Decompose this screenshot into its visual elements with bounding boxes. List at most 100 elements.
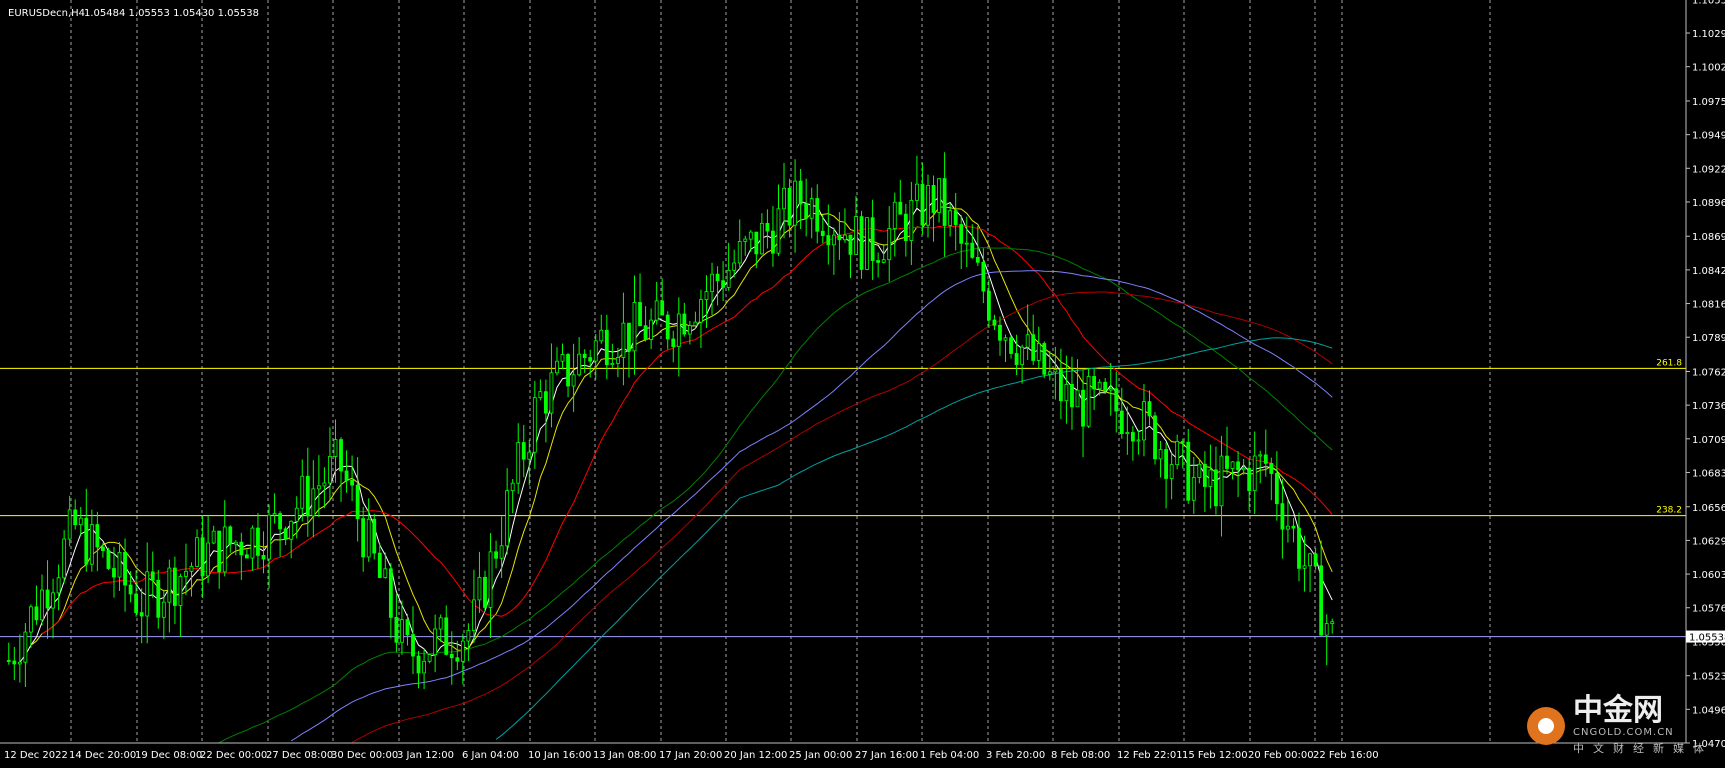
candle[interactable] (483, 570, 487, 612)
candle[interactable] (538, 379, 543, 401)
candle[interactable] (438, 614, 443, 642)
candle[interactable] (903, 203, 908, 257)
candle[interactable] (1280, 478, 1285, 559)
candle[interactable] (516, 423, 521, 494)
candle[interactable] (1075, 359, 1080, 408)
candle[interactable] (23, 623, 28, 688)
chart-canvas[interactable]: 261.8238.2 1.105551.102901.100251.097551… (0, 0, 1725, 764)
candle[interactable] (455, 640, 460, 671)
candle[interactable] (793, 159, 797, 253)
candle[interactable] (411, 606, 415, 675)
candle[interactable] (283, 526, 288, 546)
candle[interactable] (316, 455, 321, 518)
candle[interactable] (942, 152, 947, 257)
candle[interactable] (244, 549, 249, 559)
candle[interactable] (1003, 334, 1008, 363)
candle[interactable] (638, 273, 642, 327)
candle[interactable] (1197, 458, 1202, 484)
candle[interactable] (328, 427, 332, 501)
candle[interactable] (1119, 387, 1124, 439)
candle[interactable] (172, 556, 177, 625)
candle[interactable] (1142, 384, 1146, 457)
candle[interactable] (1208, 444, 1213, 509)
candle[interactable] (1308, 552, 1312, 593)
candle[interactable] (211, 525, 216, 545)
candle[interactable] (615, 347, 620, 378)
candle[interactable] (139, 588, 144, 644)
candle[interactable] (339, 437, 343, 502)
candle[interactable] (344, 450, 349, 493)
candle[interactable] (1269, 457, 1274, 501)
candle[interactable] (627, 322, 631, 378)
candle[interactable] (599, 314, 604, 344)
candle[interactable] (29, 604, 33, 648)
candle[interactable] (449, 631, 454, 685)
candle[interactable] (682, 302, 687, 337)
candle[interactable] (510, 479, 515, 514)
candle[interactable] (67, 495, 72, 547)
candle[interactable] (915, 155, 919, 208)
candle[interactable] (649, 308, 654, 350)
candle[interactable] (106, 547, 111, 571)
candle[interactable] (494, 540, 498, 569)
candle[interactable] (621, 292, 626, 386)
candle[interactable] (837, 212, 842, 260)
candle[interactable] (1324, 614, 1329, 666)
candle[interactable] (1286, 500, 1290, 543)
candle[interactable] (1164, 442, 1169, 509)
candle[interactable] (1202, 451, 1207, 512)
candle[interactable] (200, 515, 205, 599)
candle[interactable] (937, 178, 941, 223)
candle[interactable] (355, 457, 360, 542)
candle[interactable] (909, 181, 914, 266)
candle[interactable] (78, 507, 83, 536)
candle[interactable] (560, 343, 565, 370)
candle[interactable] (771, 206, 775, 267)
candle[interactable] (765, 209, 770, 249)
candle[interactable] (532, 380, 537, 469)
candle[interactable] (1136, 430, 1141, 455)
candle[interactable] (427, 653, 432, 664)
candle[interactable] (477, 551, 482, 613)
candle[interactable] (1058, 348, 1063, 419)
candle[interactable] (294, 496, 299, 539)
candle[interactable] (1225, 426, 1229, 475)
candle[interactable] (34, 585, 39, 625)
candle[interactable] (815, 184, 820, 244)
candle[interactable] (195, 529, 199, 568)
candle[interactable] (571, 343, 576, 412)
candle[interactable] (1274, 451, 1279, 521)
candle[interactable] (1291, 518, 1296, 543)
candle[interactable] (150, 551, 155, 598)
candle[interactable] (1214, 446, 1218, 515)
candle[interactable] (809, 187, 814, 239)
candle[interactable] (377, 543, 382, 579)
candle[interactable] (444, 605, 449, 656)
candle[interactable] (1086, 368, 1091, 428)
candle[interactable] (566, 352, 570, 398)
candle[interactable] (704, 275, 709, 328)
candle[interactable] (1020, 344, 1025, 384)
candle[interactable] (228, 525, 233, 553)
candle[interactable] (1153, 412, 1157, 465)
price-chart[interactable]: 261.8238.2 1.105551.102901.100251.097551… (0, 0, 1725, 764)
candle[interactable] (394, 593, 399, 652)
candle[interactable] (1036, 326, 1041, 369)
candle[interactable] (40, 574, 44, 626)
candle[interactable] (1297, 512, 1301, 582)
candle[interactable] (1236, 451, 1240, 498)
candle[interactable] (804, 178, 809, 237)
candle[interactable] (12, 646, 17, 680)
candle[interactable] (222, 500, 227, 577)
candle[interactable] (970, 224, 975, 259)
candle[interactable] (1252, 431, 1257, 515)
candle[interactable] (84, 488, 89, 572)
candle[interactable] (1158, 440, 1163, 478)
candle[interactable] (721, 261, 726, 302)
candle[interactable] (267, 504, 271, 589)
candle[interactable] (466, 623, 471, 661)
candle[interactable] (881, 243, 886, 264)
candle[interactable] (843, 208, 847, 243)
candle[interactable] (6, 642, 11, 665)
candle[interactable] (1247, 458, 1252, 512)
